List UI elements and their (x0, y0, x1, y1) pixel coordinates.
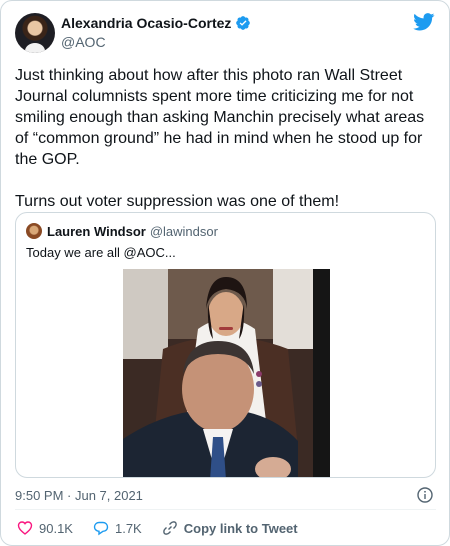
quoted-author-handle[interactable]: @lawindsor (150, 224, 218, 239)
author-avatar[interactable] (15, 13, 55, 53)
reply-icon (93, 521, 109, 536)
photo-illustration (123, 269, 330, 477)
quoted-tweet-photo[interactable] (123, 269, 330, 477)
like-button[interactable]: 90.1K (17, 520, 73, 536)
twitter-bird-icon[interactable] (413, 13, 435, 31)
like-count: 90.1K (39, 520, 73, 536)
link-icon (162, 521, 177, 535)
reply-count: 1.7K (114, 520, 142, 536)
copy-link-button[interactable]: Copy link to Tweet (162, 520, 298, 536)
author-display-name[interactable]: Alexandria Ocasio-Cortez (61, 15, 231, 31)
quoted-author-row[interactable]: Lauren Windsor @lawindsor (47, 224, 218, 239)
divider (15, 509, 436, 510)
copy-link-label: Copy link to Tweet (183, 520, 298, 536)
reply-button[interactable]: 1.7K (93, 520, 142, 536)
action-bar: 90.1K 1.7K Copy link to Tweet (17, 520, 318, 536)
quoted-tweet-text: Today we are all @AOC... (26, 245, 176, 260)
tweet-card: Alexandria Ocasio-Cortez @AOC Just think… (0, 0, 450, 546)
author-handle[interactable]: @AOC (61, 34, 106, 50)
heart-icon (17, 521, 33, 535)
info-icon[interactable] (417, 487, 433, 503)
tweet-text: Just thinking about how after this photo… (15, 67, 425, 210)
quoted-tweet[interactable]: Lauren Windsor @lawindsor Today we are a… (15, 212, 436, 478)
quoted-author-name[interactable]: Lauren Windsor (47, 224, 146, 239)
verified-badge-icon (236, 16, 251, 30)
tweet-timestamp[interactable]: 9:50 PM · Jun 7, 2021 (15, 488, 143, 503)
quoted-author-avatar[interactable] (26, 223, 42, 239)
author-name-row[interactable]: Alexandria Ocasio-Cortez (61, 15, 251, 31)
